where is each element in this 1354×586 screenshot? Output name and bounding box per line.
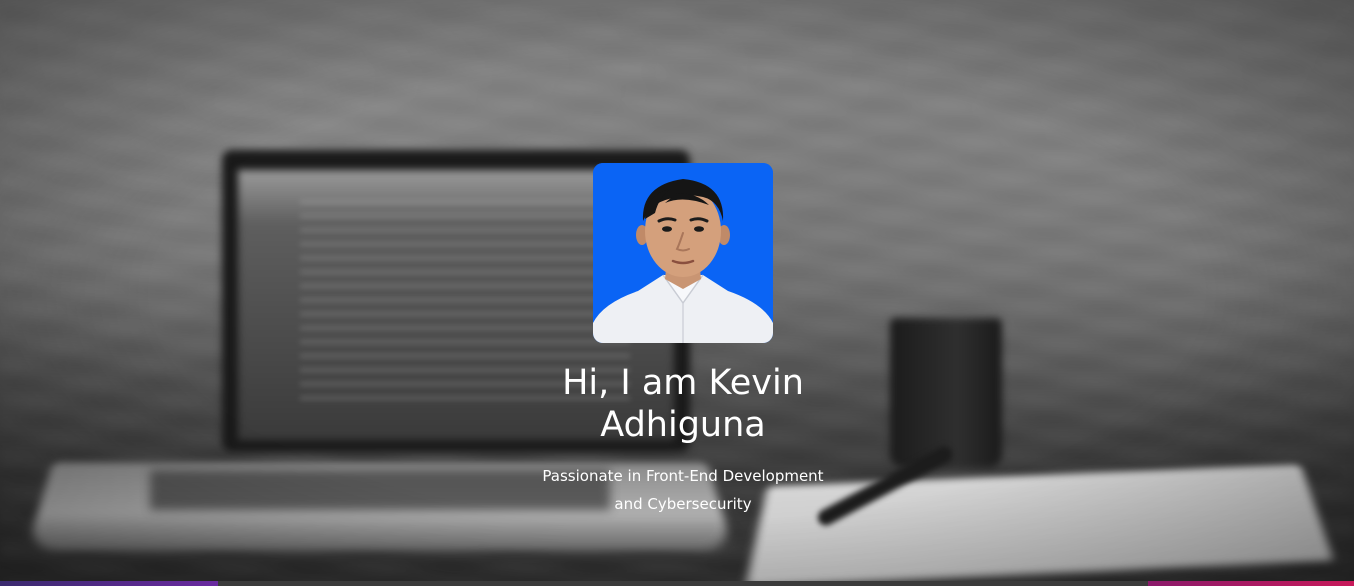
page-title: Hi, I am Kevin Adhiguna — [427, 362, 939, 446]
profile-photo-icon — [593, 163, 773, 343]
page-title-line-1: Hi, I am Kevin — [562, 363, 804, 403]
avatar — [593, 163, 773, 343]
hero-content: Hi, I am Kevin Adhiguna Passionate in Fr… — [0, 0, 1354, 586]
page-title-line-2: Adhiguna — [600, 405, 766, 445]
page-subtitle-line-1: Passionate in Front-End Development — [542, 467, 824, 485]
bottom-accent-left — [0, 581, 218, 586]
bottom-accent-right — [1148, 581, 1354, 586]
bottom-accent-bar — [0, 581, 1354, 586]
page-subtitle: Passionate in Front-End Development and … — [483, 462, 883, 518]
hero-section: Hi, I am Kevin Adhiguna Passionate in Fr… — [0, 0, 1354, 586]
page-subtitle-line-2: and Cybersecurity — [614, 495, 752, 513]
